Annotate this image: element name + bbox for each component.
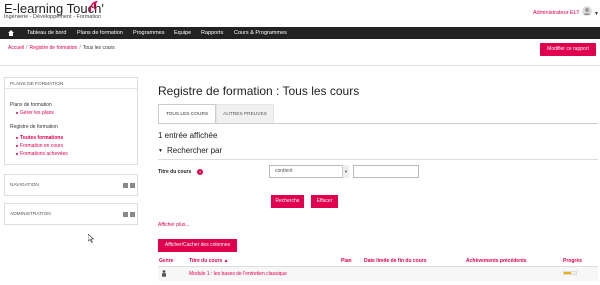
modify-report-button[interactable]: Modifier ce rapport bbox=[540, 43, 596, 56]
panel-title: NAVIGATION bbox=[10, 183, 39, 188]
dock-icon[interactable] bbox=[123, 183, 128, 188]
home-icon[interactable] bbox=[8, 30, 14, 36]
link-formation-en-cours[interactable]: Formation en cours bbox=[20, 143, 63, 149]
navigation-panel: NAVIGATION bbox=[4, 174, 138, 196]
entries-count: 1 entrée affichée bbox=[158, 131, 218, 140]
breadcrumb-home[interactable]: Accueil bbox=[8, 45, 24, 51]
avatar-icon[interactable] bbox=[582, 6, 592, 16]
chevron-down-icon[interactable]: ▼ bbox=[342, 165, 349, 178]
user-name-link[interactable]: Administrateur ELT bbox=[533, 10, 580, 16]
user-menu-caret-icon[interactable]: ▼ bbox=[594, 11, 599, 17]
progress-bar bbox=[563, 271, 577, 275]
search-toggle-label: Rechercher par bbox=[167, 146, 223, 155]
nav-item-programmes[interactable]: Programmes bbox=[133, 27, 164, 39]
show-more-link[interactable]: Afficher plus... bbox=[158, 222, 190, 228]
tab-tous-les-cours[interactable]: TOUS LES COURS bbox=[158, 104, 216, 124]
divider bbox=[158, 159, 598, 160]
filter-label-titre: Titre du cours bbox=[158, 169, 192, 175]
breadcrumb: Accueil / Registre de formation / Tous les c… bbox=[8, 45, 115, 51]
clear-button[interactable]: Effacer bbox=[311, 195, 338, 208]
tab-autres-preuves[interactable]: AUTRES PREUVES bbox=[216, 104, 274, 124]
brand-logo-icon bbox=[89, 1, 98, 13]
brand-subtitle: Ingénierie - Développement - Formation bbox=[4, 14, 102, 20]
tab-divider bbox=[158, 123, 598, 124]
mouse-cursor-icon bbox=[88, 234, 94, 243]
link-toutes-formations[interactable]: Toutes formations bbox=[20, 135, 63, 141]
main-navbar: Tableau de bord Plans de formation Progr… bbox=[0, 27, 600, 39]
bullet-icon bbox=[16, 153, 18, 155]
column-header-titre[interactable]: Titre du cours ▲ bbox=[189, 258, 229, 264]
dock-icon[interactable] bbox=[123, 212, 128, 217]
divider bbox=[0, 65, 600, 66]
section-label-registre: Registre de formation bbox=[10, 124, 58, 130]
plans-de-formation-panel: PLANS DE FORMATION Plans de formation Gé… bbox=[4, 77, 138, 165]
breadcrumb-current: Tous les cours bbox=[82, 45, 115, 51]
link-formations-achevees[interactable]: Formations achevées bbox=[20, 151, 68, 157]
nav-item-cours-programmes[interactable]: Cours & Programmes bbox=[234, 27, 287, 39]
collapse-icon[interactable] bbox=[130, 212, 135, 217]
administration-panel: ADMINISTRATION bbox=[4, 203, 138, 225]
course-type-icon bbox=[162, 270, 166, 277]
column-header-genre[interactable]: Genre bbox=[159, 258, 173, 264]
course-title-link[interactable]: Module 1 : les bases de l'entretien clas… bbox=[189, 271, 287, 277]
progress-bar-fill bbox=[564, 272, 571, 274]
bullet-icon bbox=[16, 112, 18, 114]
info-icon[interactable]: i bbox=[197, 169, 203, 175]
nav-item-plans-de-formation[interactable]: Plans de formation bbox=[77, 27, 123, 39]
link-gerer-plans[interactable]: Gérer les plans bbox=[20, 110, 54, 116]
nav-item-rapports[interactable]: Rapports bbox=[201, 27, 223, 39]
filter-value-input[interactable] bbox=[353, 165, 419, 178]
divider bbox=[5, 88, 137, 89]
panel-title: ADMINISTRATION bbox=[10, 212, 51, 217]
section-label-plans: Plans de formation bbox=[10, 102, 52, 108]
search-button[interactable]: Recherche bbox=[271, 195, 304, 208]
page-title: Registre de formation : Tous les cours bbox=[158, 84, 360, 98]
panel-title: PLANS DE FORMATION bbox=[10, 82, 64, 87]
column-header-date-limite[interactable]: Date limite de fin du cours bbox=[364, 258, 427, 264]
column-header-achevements[interactable]: Achèvements précédents bbox=[466, 258, 527, 264]
column-header-plan[interactable]: Plan bbox=[341, 258, 352, 264]
bullet-icon bbox=[16, 137, 18, 139]
bullet-icon bbox=[16, 145, 18, 147]
search-section-toggle[interactable]: Rechercher par bbox=[158, 146, 222, 155]
breadcrumb-registre[interactable]: Registre de formation bbox=[30, 45, 78, 51]
collapse-icon[interactable] bbox=[130, 183, 135, 188]
nav-item-tableau-de-bord[interactable]: Tableau de bord bbox=[27, 27, 66, 39]
show-hide-columns-button[interactable]: Afficher/Cacher des colonnes bbox=[158, 239, 237, 252]
nav-item-equipe[interactable]: Equipe bbox=[174, 27, 191, 39]
column-header-progres[interactable]: Progrès bbox=[563, 258, 582, 264]
filter-operator-select[interactable]: contient bbox=[269, 165, 349, 178]
